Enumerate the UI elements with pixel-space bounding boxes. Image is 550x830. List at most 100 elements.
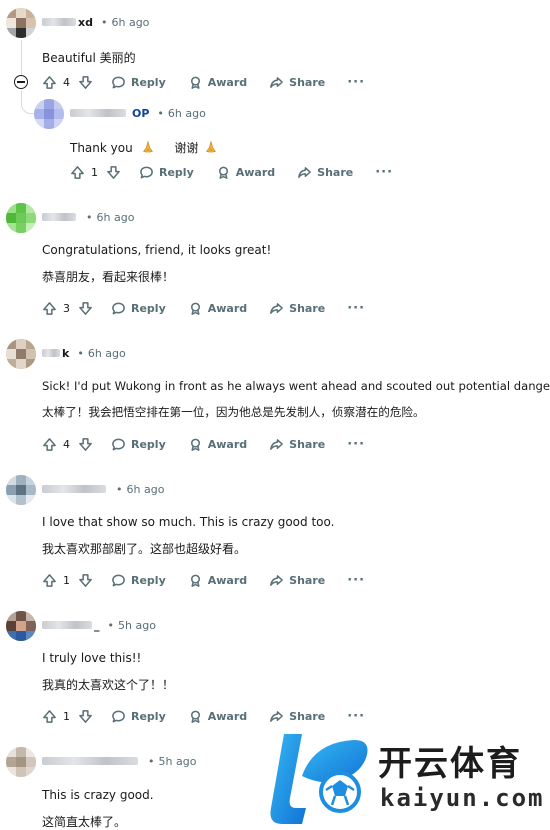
reply-icon xyxy=(140,166,153,178)
comment-meta: • 6h ago xyxy=(42,208,134,226)
award-icon xyxy=(190,76,200,89)
comment-translation: 这简直太棒了。 xyxy=(42,815,127,829)
vote-score: 4 xyxy=(63,437,70,451)
timestamp[interactable]: 6h ago xyxy=(88,347,126,360)
more-options-button[interactable]: ··· xyxy=(347,301,365,316)
downvote-icon[interactable] xyxy=(78,573,93,588)
comment-actions: 1 Reply Award Share ··· xyxy=(70,161,393,183)
comment-text: I truly love this!! xyxy=(42,651,142,665)
share-icon xyxy=(298,166,312,178)
upvote-icon[interactable] xyxy=(42,573,57,588)
downvote-icon[interactable] xyxy=(78,437,93,452)
thread-line xyxy=(21,40,22,78)
timestamp[interactable]: 6h ago xyxy=(168,107,206,120)
award-button[interactable]: Award xyxy=(216,165,275,180)
share-icon xyxy=(270,710,284,722)
username[interactable]: k xyxy=(62,347,69,360)
vote-score: 1 xyxy=(91,165,98,179)
username[interactable]: xd xyxy=(78,16,93,29)
award-button[interactable]: Award xyxy=(188,301,247,316)
upvote-icon[interactable] xyxy=(42,437,57,452)
reply-icon xyxy=(112,574,125,586)
reply-icon xyxy=(112,76,125,88)
downvote-icon[interactable] xyxy=(106,165,121,180)
timestamp[interactable]: 6h ago xyxy=(97,211,135,224)
timestamp[interactable]: 5h ago xyxy=(118,619,156,632)
collapse-icon[interactable] xyxy=(14,75,28,89)
comment-meta: OP • 6h ago xyxy=(70,104,206,122)
avatar[interactable] xyxy=(6,339,36,369)
comment-meta: xd • 6h ago xyxy=(42,13,149,31)
downvote-icon[interactable] xyxy=(78,301,93,316)
vote-score: 1 xyxy=(63,709,70,723)
more-options-button[interactable]: ··· xyxy=(347,709,365,724)
avatar[interactable] xyxy=(6,8,36,38)
comment-text: Sick! I'd put Wukong in front as he alwa… xyxy=(42,379,550,393)
comment-translation: 恭喜朋友，看起来很棒！ xyxy=(42,270,175,284)
upvote-icon[interactable] xyxy=(70,165,85,180)
comment-translation: 太棒了！我会把悟空排在第一位，因为他总是先发制人，侦察潜在的危险。 xyxy=(42,405,425,419)
more-options-button[interactable]: ··· xyxy=(347,437,365,452)
comment-actions: 4 Reply Award Share ··· xyxy=(42,433,365,455)
comment-meta: • 6h ago xyxy=(42,480,164,498)
award-button[interactable]: Award xyxy=(188,573,247,588)
reply-button[interactable]: Reply xyxy=(139,165,194,180)
more-options-button[interactable]: ··· xyxy=(347,573,365,588)
comment-text: I love that show so much. This is crazy … xyxy=(42,515,335,529)
reply-button[interactable]: Reply xyxy=(111,573,166,588)
reply-icon xyxy=(112,710,125,722)
username[interactable]: _ xyxy=(94,619,100,632)
reply-button[interactable]: Reply xyxy=(111,301,166,316)
thread-elbow xyxy=(21,90,35,114)
comment-translation: 我太喜欢那部剧了。这部也超级好看。 xyxy=(42,542,247,556)
reply-button[interactable]: Reply xyxy=(111,75,166,90)
comment-text: Congratulations, friend, it looks great! xyxy=(42,243,272,257)
downvote-icon[interactable] xyxy=(78,75,93,90)
avatar[interactable] xyxy=(6,475,36,505)
more-options-button[interactable]: ··· xyxy=(375,165,393,180)
op-badge: OP xyxy=(132,106,150,120)
reply-button[interactable]: Reply xyxy=(111,709,166,724)
award-icon xyxy=(218,166,228,179)
comment-actions: 1 Reply Award Share ··· xyxy=(42,705,365,727)
vote-score: 3 xyxy=(63,301,70,315)
share-button[interactable]: Share xyxy=(269,75,325,90)
more-options-button[interactable]: ··· xyxy=(347,75,365,90)
watermark-text-en: kaiyun.com xyxy=(380,784,545,812)
comment-actions: 3 Reply Award Share ··· xyxy=(42,297,365,319)
share-icon xyxy=(270,302,284,314)
upvote-icon[interactable] xyxy=(42,75,57,90)
award-button[interactable]: Award xyxy=(188,75,247,90)
pray-emoji xyxy=(206,140,217,153)
award-button[interactable]: Award xyxy=(188,437,247,452)
share-button[interactable]: Share xyxy=(269,301,325,316)
comment-text: This is crazy good. xyxy=(42,788,154,802)
award-icon xyxy=(190,302,200,315)
share-icon xyxy=(270,76,284,88)
upvote-icon[interactable] xyxy=(42,709,57,724)
share-button[interactable]: Share xyxy=(269,709,325,724)
comment-meta: • 5h ago xyxy=(42,752,196,770)
reply-button[interactable]: Reply xyxy=(111,437,166,452)
share-button[interactable]: Share xyxy=(269,437,325,452)
share-button[interactable]: Share xyxy=(269,573,325,588)
timestamp[interactable]: 6h ago xyxy=(111,16,149,29)
timestamp[interactable]: 6h ago xyxy=(127,483,165,496)
comment-text: Beautiful 美丽的 xyxy=(42,51,136,65)
vote-score: 1 xyxy=(63,573,70,587)
award-icon xyxy=(190,438,200,451)
downvote-icon[interactable] xyxy=(78,709,93,724)
award-button[interactable]: Award xyxy=(188,709,247,724)
avatar[interactable] xyxy=(6,747,36,777)
share-icon xyxy=(270,438,284,450)
kaiyun-logo-icon xyxy=(270,734,368,824)
share-icon xyxy=(270,574,284,586)
avatar[interactable] xyxy=(6,203,36,233)
vote-score: 4 xyxy=(63,75,70,89)
share-button[interactable]: Share xyxy=(297,165,353,180)
upvote-icon[interactable] xyxy=(42,301,57,316)
timestamp[interactable]: 5h ago xyxy=(159,755,197,768)
avatar[interactable] xyxy=(6,611,36,641)
award-icon xyxy=(190,710,200,723)
avatar[interactable] xyxy=(34,99,64,129)
